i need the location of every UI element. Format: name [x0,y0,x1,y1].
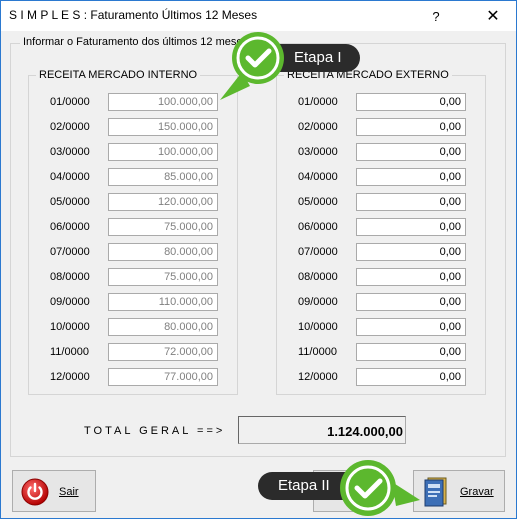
external-market-group: RECEITA MERCADO EXTERNO 01/0000 0,00 02/0… [276,69,487,395]
external-row: 05/0000 0,00 [277,193,487,211]
external-row: 06/0000 0,00 [277,218,487,236]
internal-row: 06/0000 75.000,00 [29,218,239,236]
month-label: 01/0000 [298,96,338,108]
external-value-field[interactable]: 0,00 [356,143,466,161]
month-label: 06/0000 [298,221,338,233]
internal-row: 03/0000 100.000,00 [29,143,239,161]
close-button[interactable]: ✕ [476,1,510,31]
month-label: 02/0000 [50,121,90,133]
month-label: 12/0000 [50,371,90,383]
title-bar: S I M P L E S : Faturamento Últimos 12 M… [1,1,516,31]
internal-market-group: RECEITA MERCADO INTERNO 01/0000 100.000,0… [28,69,239,395]
month-label: 01/0000 [50,96,90,108]
save-button-label: Gravar [460,486,494,498]
external-row: 04/0000 0,00 [277,168,487,186]
internal-row: 04/0000 85.000,00 [29,168,239,186]
book-icon [424,477,447,507]
internal-row: 01/0000 100.000,00 [29,93,239,111]
month-label: 07/0000 [50,246,90,258]
external-row: 07/0000 0,00 [277,243,487,261]
month-label: 05/0000 [298,196,338,208]
internal-row: 07/0000 80.000,00 [29,243,239,261]
month-label: 03/0000 [298,146,338,158]
external-row: 11/0000 0,00 [277,343,487,361]
internal-row: 10/0000 80.000,00 [29,318,239,336]
internal-value-field[interactable]: 150.000,00 [108,118,218,136]
internal-value-field[interactable]: 72.000,00 [108,343,218,361]
internal-value-field[interactable]: 120.000,00 [108,193,218,211]
internal-row: 11/0000 72.000,00 [29,343,239,361]
external-value-field[interactable]: 0,00 [356,368,466,386]
step1-label: Etapa I [294,49,342,66]
month-label: 09/0000 [298,296,338,308]
internal-value-field[interactable]: 77.000,00 [108,368,218,386]
external-value-field[interactable]: 0,00 [356,118,466,136]
exit-button-label: Sair [59,486,79,498]
total-label: TOTAL GERAL ==> [84,425,226,437]
internal-row: 08/0000 75.000,00 [29,268,239,286]
external-value-field[interactable]: 0,00 [356,193,466,211]
revenue-groupbox-title: Informar o Faturamento dos últimos 12 me… [20,36,251,48]
external-row: 09/0000 0,00 [277,293,487,311]
internal-value-field[interactable]: 100.000,00 [108,143,218,161]
external-value-field[interactable]: 0,00 [356,293,466,311]
external-value-field[interactable]: 0,00 [356,168,466,186]
internal-value-field[interactable]: 100.000,00 [108,93,218,111]
month-label: 11/0000 [298,346,337,358]
internal-row: 02/0000 150.000,00 [29,118,239,136]
external-value-field[interactable]: 0,00 [356,268,466,286]
external-value-field[interactable]: 0,00 [356,243,466,261]
external-value-field[interactable]: 0,00 [356,218,466,236]
checkmark-icon [340,460,420,516]
internal-value-field[interactable]: 80.000,00 [108,318,218,336]
internal-market-title: RECEITA MERCADO INTERNO [36,69,201,81]
internal-row: 09/0000 110.000,00 [29,293,239,311]
month-label: 11/0000 [50,346,89,358]
external-row: 10/0000 0,00 [277,318,487,336]
external-row: 01/0000 0,00 [277,93,487,111]
internal-row: 12/0000 77.000,00 [29,368,239,386]
internal-value-field[interactable]: 85.000,00 [108,168,218,186]
window-title: S I M P L E S : Faturamento Últimos 12 M… [9,8,258,22]
month-label: 06/0000 [50,221,90,233]
help-button[interactable]: ? [419,1,453,31]
total-value: 1.124.000,00 [238,416,406,444]
external-row: 08/0000 0,00 [277,268,487,286]
internal-row: 05/0000 120.000,00 [29,193,239,211]
step2-label: Etapa II [278,477,330,494]
save-button[interactable]: Gravar [413,470,505,512]
month-label: 08/0000 [298,271,338,283]
internal-value-field[interactable]: 110.000,00 [108,293,218,311]
checkmark-icon [220,32,284,100]
external-row: 02/0000 0,00 [277,118,487,136]
external-row: 12/0000 0,00 [277,368,487,386]
power-icon [21,478,49,506]
exit-button[interactable]: Sair [12,470,96,512]
month-label: 10/0000 [298,321,338,333]
month-label: 12/0000 [298,371,338,383]
month-label: 10/0000 [50,321,90,333]
internal-value-field[interactable]: 75.000,00 [108,268,218,286]
external-row: 03/0000 0,00 [277,143,487,161]
month-label: 07/0000 [298,246,338,258]
external-value-field[interactable]: 0,00 [356,318,466,336]
month-label: 03/0000 [50,146,90,158]
month-label: 05/0000 [50,196,90,208]
external-value-field[interactable]: 0,00 [356,343,466,361]
internal-value-field[interactable]: 80.000,00 [108,243,218,261]
month-label: 08/0000 [50,271,90,283]
month-label: 02/0000 [298,121,338,133]
internal-value-field[interactable]: 75.000,00 [108,218,218,236]
month-label: 04/0000 [50,171,90,183]
month-label: 04/0000 [298,171,338,183]
external-value-field[interactable]: 0,00 [356,93,466,111]
month-label: 09/0000 [50,296,90,308]
